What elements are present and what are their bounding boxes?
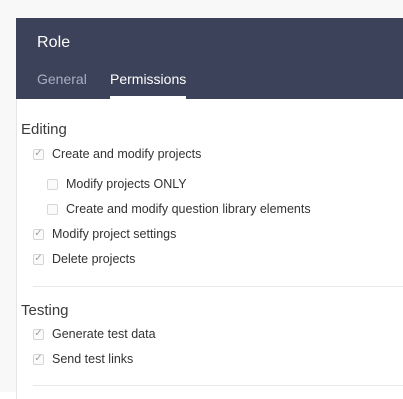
permission-modify-project-settings[interactable]: ✓ Modify project settings bbox=[33, 225, 176, 243]
permission-label: Modify project settings bbox=[52, 227, 177, 241]
section-divider bbox=[33, 385, 403, 386]
checkbox-checked-icon[interactable]: ✓ bbox=[33, 148, 44, 160]
checkbox-checked-icon[interactable]: ✓ bbox=[33, 253, 44, 265]
checkbox-checked-icon[interactable]: ✓ bbox=[33, 328, 44, 340]
permission-create-modify-question-library[interactable]: Create and modify question library eleme… bbox=[47, 200, 311, 218]
permission-label: Delete projects bbox=[52, 252, 136, 266]
tab-permissions[interactable]: Permissions bbox=[110, 71, 186, 87]
section-divider bbox=[33, 286, 403, 287]
role-header: Role General Permissions bbox=[16, 18, 403, 99]
checkbox-unchecked-icon[interactable] bbox=[47, 203, 58, 215]
section-title-testing: Testing bbox=[21, 302, 69, 319]
section-title-editing: Editing bbox=[21, 121, 67, 138]
permission-modify-projects-only[interactable]: Modify projects ONLY bbox=[47, 175, 187, 193]
checkbox-checked-icon[interactable]: ✓ bbox=[33, 353, 44, 365]
checkbox-checked-icon[interactable]: ✓ bbox=[33, 228, 44, 240]
permission-create-modify-projects[interactable]: ✓ Create and modify projects bbox=[33, 145, 201, 163]
header-title: Role bbox=[37, 34, 71, 51]
checkbox-unchecked-icon[interactable] bbox=[47, 178, 58, 190]
permission-generate-test-data[interactable]: ✓ Generate test data bbox=[33, 325, 156, 343]
tab-general[interactable]: General bbox=[37, 71, 87, 87]
permission-label: Create and modify question library eleme… bbox=[66, 202, 311, 216]
permission-label: Create and modify projects bbox=[52, 147, 202, 161]
active-tab-indicator bbox=[110, 96, 186, 99]
permission-label: Send test links bbox=[52, 352, 134, 366]
permission-label: Modify projects ONLY bbox=[66, 177, 187, 191]
permission-delete-projects[interactable]: ✓ Delete projects bbox=[33, 250, 135, 268]
permission-label: Generate test data bbox=[52, 327, 156, 341]
permission-send-test-links[interactable]: ✓ Send test links bbox=[33, 350, 133, 368]
